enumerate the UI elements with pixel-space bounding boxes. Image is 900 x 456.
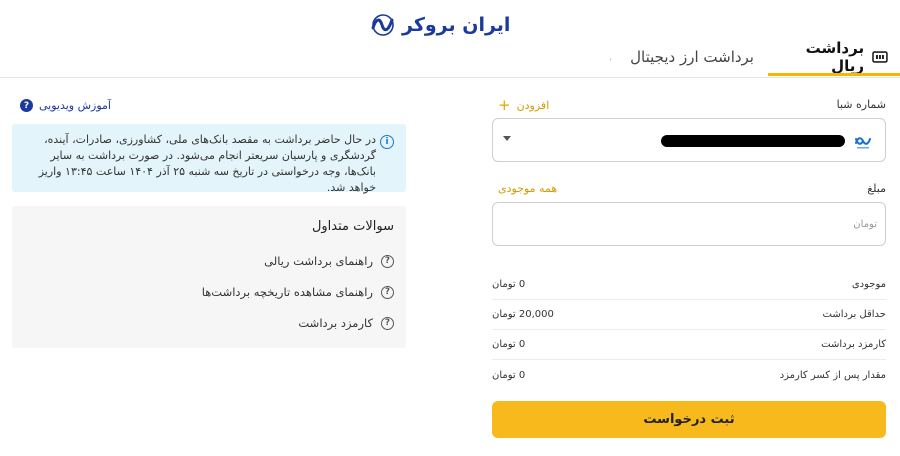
active-tab-indicator [768, 73, 900, 76]
add-iban-button[interactable]: افزودن + [498, 98, 549, 113]
summary-row-min-withdraw: حداقل برداشت 20,000 تومان [492, 300, 886, 330]
help-icon: ? [20, 99, 33, 112]
plus-icon: + [498, 96, 511, 114]
chevron-down-icon [503, 136, 511, 141]
faq-title: سوالات متداول [311, 219, 394, 234]
info-notice: i در حال حاضر برداشت به مقصد بانک‌های مل… [12, 124, 406, 194]
iban-label: شماره شبا [836, 98, 886, 111]
row-value: 0 تومان [492, 279, 526, 290]
faq-item-label: کارمزد برداشت [298, 316, 373, 330]
question-icon: ? [381, 316, 394, 330]
faq-item-history-guide[interactable]: ? راهنمای مشاهده تاریخچه برداشت‌ها [202, 285, 394, 299]
all-balance-label: همه موجودی [498, 182, 558, 195]
row-label: حداقل برداشت [822, 309, 886, 320]
add-iban-label: افزودن [516, 99, 550, 112]
summary-row-fee: کارمزد برداشت 0 تومان [492, 330, 886, 360]
submit-request-button[interactable]: ثبت درخواست [492, 401, 886, 438]
iban-masked-value [661, 135, 845, 147]
bitcoin-icon: ₿ [610, 50, 611, 65]
amount-field[interactable] [492, 202, 886, 246]
question-icon: ? [381, 285, 394, 299]
question-icon: ? [381, 254, 394, 268]
svg-text:₿: ₿ [610, 50, 611, 65]
faq-item-rial-guide[interactable]: ? راهنمای برداشت ریالی [264, 254, 394, 268]
info-notice-text: در حال حاضر برداشت به مقصد بانک‌های ملی،… [38, 133, 376, 194]
row-value: 0 تومان [492, 369, 526, 381]
video-tutorial-label: آموزش ویدیویی [39, 99, 111, 112]
row-label: مقدار پس از کسر کارمزد [779, 369, 886, 381]
row-label: کارمزد برداشت [821, 339, 886, 350]
info-icon: i [380, 135, 394, 149]
bank-logo-icon [855, 137, 871, 149]
amount-label: مبلغ [867, 182, 886, 195]
iban-select[interactable] [492, 118, 886, 162]
amount-input[interactable] [493, 203, 885, 245]
withdraw-tabs: برداشت ریال برداشت ارز دیجیتال ₿ [0, 28, 900, 78]
row-value: 20,000 تومان [492, 309, 554, 320]
faq-item-label: راهنمای برداشت ریالی [264, 254, 373, 268]
tab-crypto-label: برداشت ارز دیجیتال [630, 47, 754, 66]
banknote-icon [872, 50, 888, 63]
faq-item-fee[interactable]: ? کارمزد برداشت [298, 316, 394, 330]
all-balance-button[interactable]: همه موجودی [498, 182, 557, 195]
faq-item-label: راهنمای مشاهده تاریخچه برداشت‌ها [201, 285, 373, 299]
tab-crypto-withdraw[interactable]: برداشت ارز دیجیتال ₿ [610, 36, 754, 77]
row-value: 0 تومان [492, 339, 526, 350]
video-tutorial-link[interactable]: آموزش ویدیویی ? [20, 99, 111, 112]
row-label: موجودی [851, 279, 886, 290]
faq-panel: سوالات متداول ? راهنمای برداشت ریالی ? ر… [12, 206, 406, 348]
tab-rial-label: برداشت ریال [805, 38, 865, 75]
summary-row-net-amount: مقدار پس از کسر کارمزد 0 تومان [492, 360, 886, 390]
summary-row-balance: موجودی 0 تومان [492, 270, 886, 300]
tab-rial-withdraw[interactable]: برداشت ریال [768, 36, 888, 77]
